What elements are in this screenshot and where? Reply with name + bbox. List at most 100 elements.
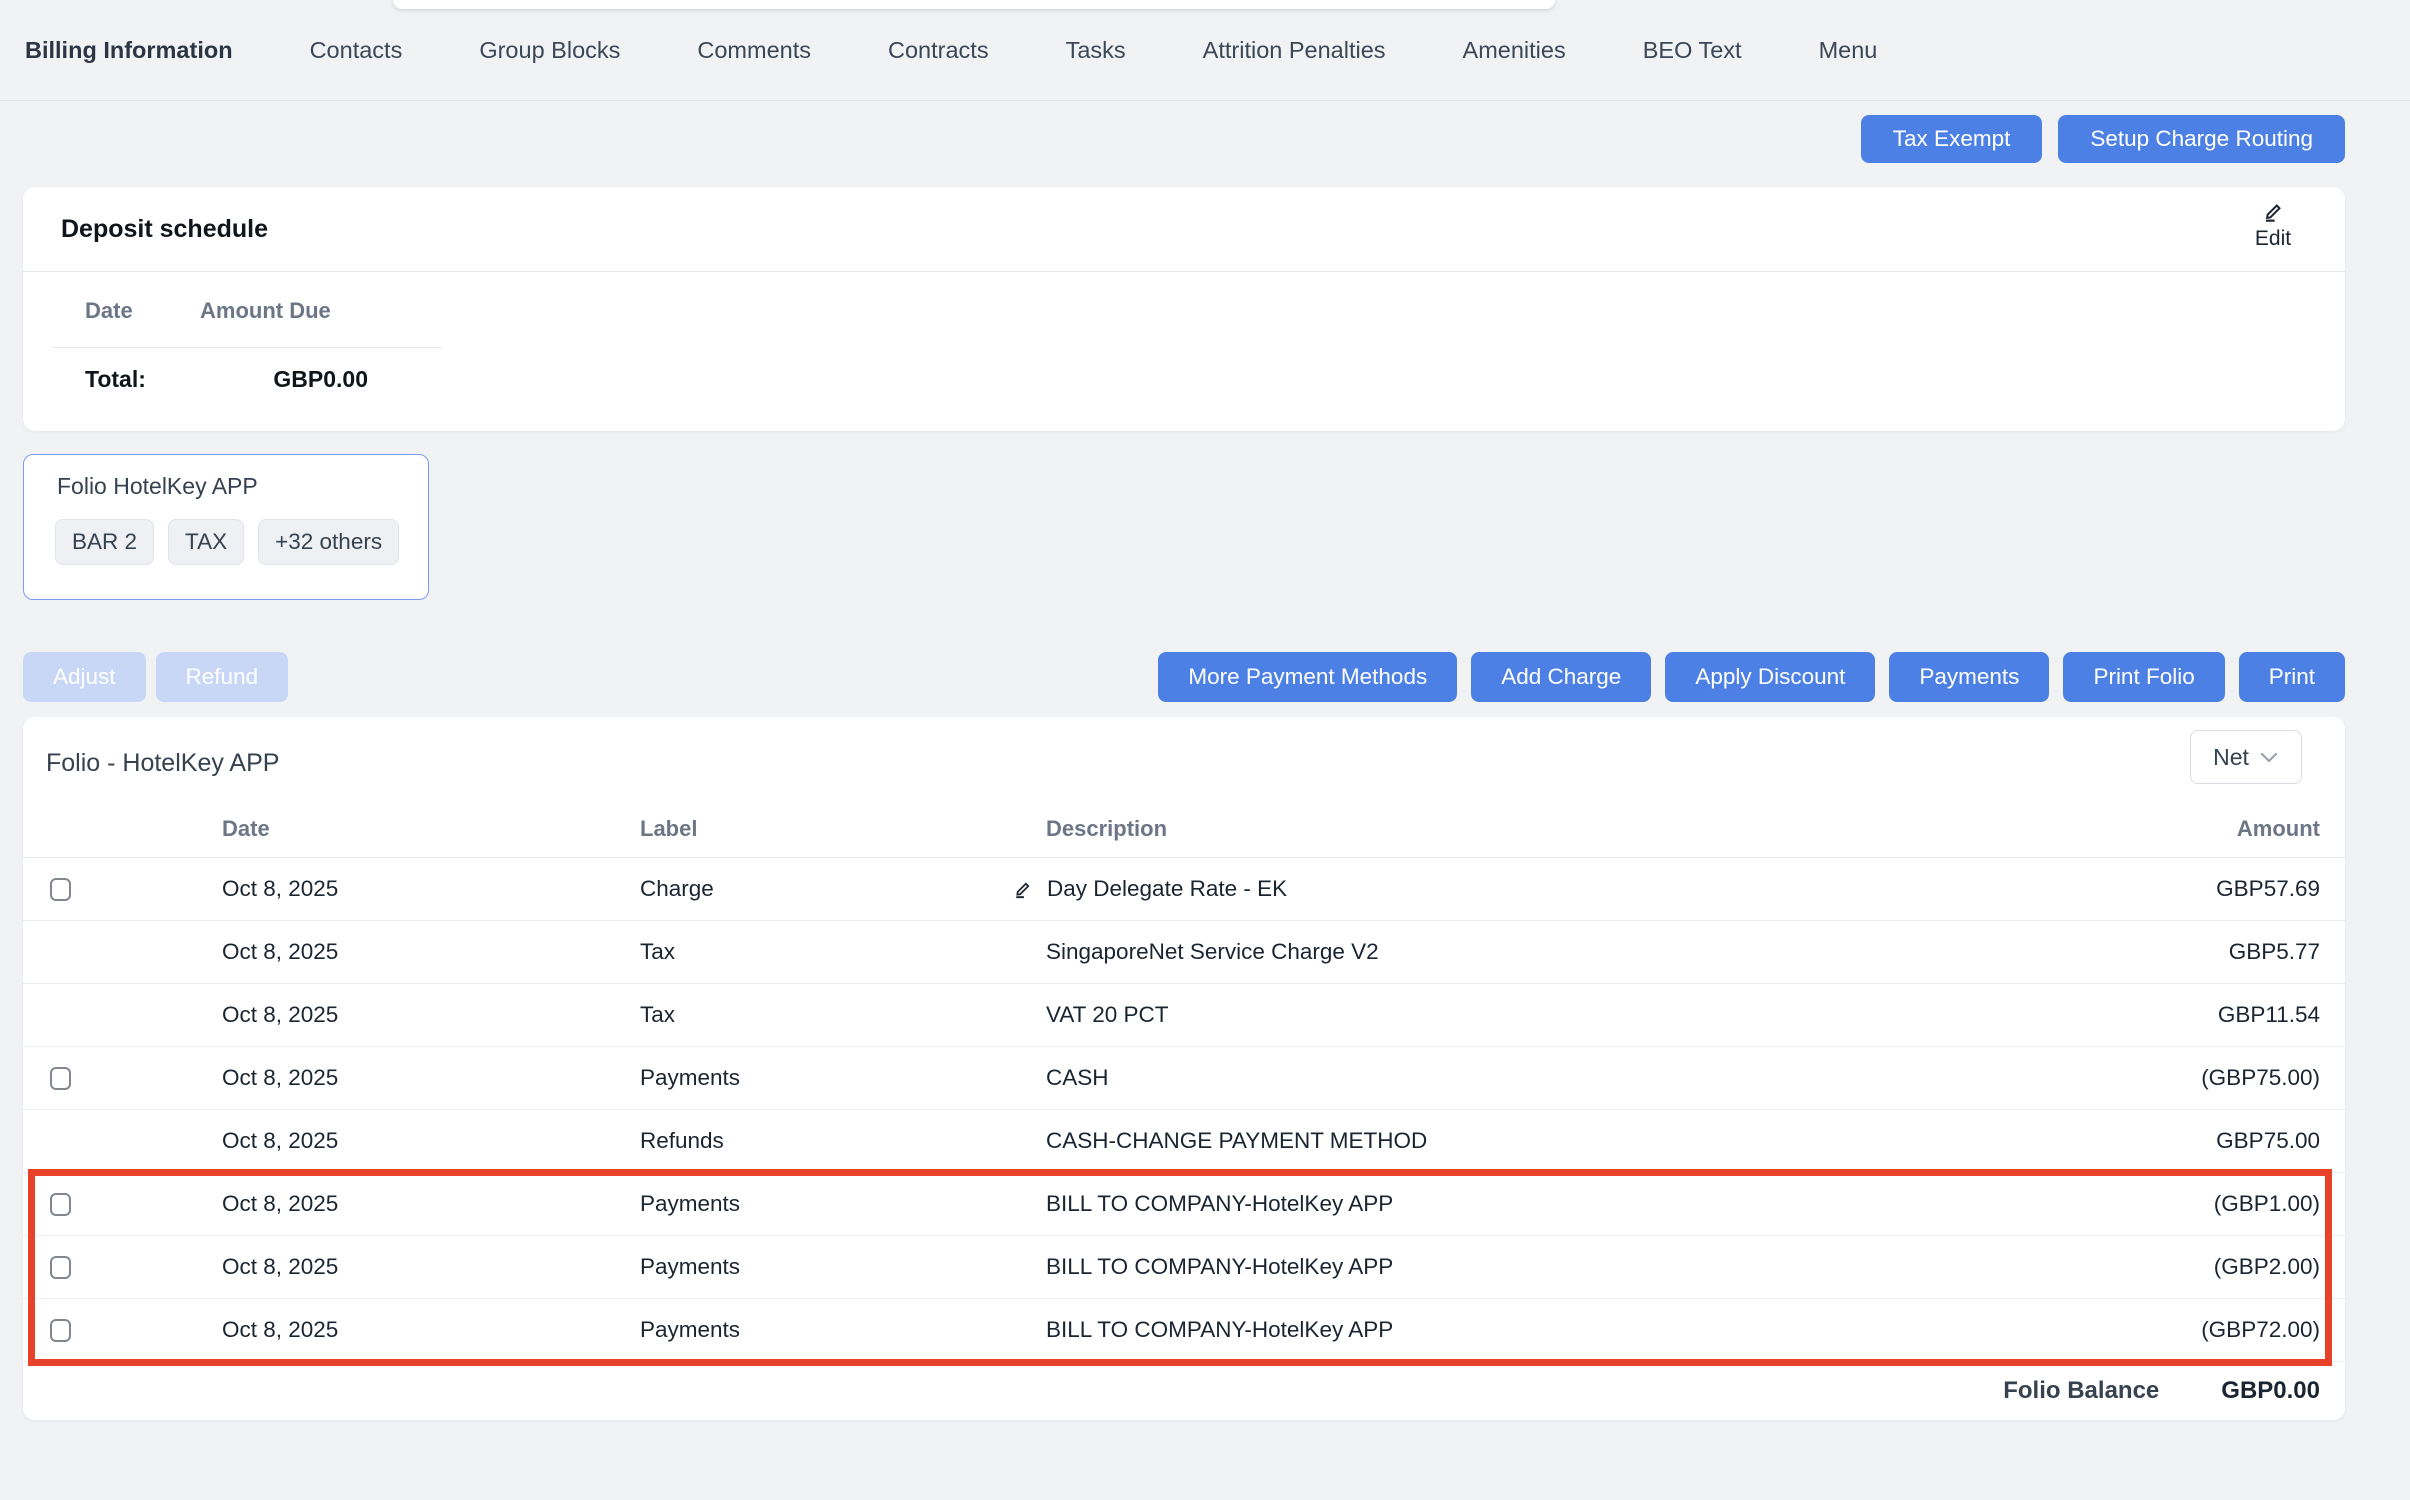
pencil-icon [2241, 199, 2305, 225]
row-label: Payments [640, 1317, 1046, 1343]
row-date: Oct 8, 2025 [222, 939, 640, 965]
table-row: Oct 8, 2025 Payments CASH (GBP75.00) [23, 1047, 2345, 1110]
row-description: CASH-CHANGE PAYMENT METHOD [1046, 1128, 1427, 1154]
print-button[interactable]: Print [2239, 652, 2345, 702]
edit-label: Edit [2241, 227, 2305, 251]
deposit-schedule-card: Deposit schedule Edit Date Amount Due To… [23, 187, 2345, 431]
row-description: BILL TO COMPANY-HotelKey APP [1046, 1254, 1393, 1280]
row-checkbox[interactable] [50, 1193, 71, 1216]
folio-table-body: Oct 8, 2025 Charge Day Delegate Rate - E… [23, 858, 2345, 1362]
column-header-date: Date [222, 816, 640, 842]
chip-tax[interactable]: TAX [168, 519, 244, 565]
folio-balance-row: Folio Balance GBP0.00 [23, 1362, 2345, 1420]
row-date: Oct 8, 2025 [222, 1254, 640, 1280]
row-description: BILL TO COMPANY-HotelKey APP [1046, 1191, 1393, 1217]
row-amount: (GBP2.00) [2045, 1254, 2345, 1280]
row-description: SingaporeNet Service Charge V2 [1046, 939, 1379, 965]
payments-button[interactable]: Payments [1889, 652, 2049, 702]
table-row: Oct 8, 2025 Charge Day Delegate Rate - E… [23, 858, 2345, 921]
folio-tag-card: Folio HotelKey APP BAR 2 TAX +32 others [23, 454, 429, 600]
chevron-down-icon [2259, 744, 2279, 771]
table-row: Oct 8, 2025 Tax VAT 20 PCT GBP11.54 [23, 984, 2345, 1047]
row-date: Oct 8, 2025 [222, 1065, 640, 1091]
row-description: VAT 20 PCT [1046, 1002, 1169, 1028]
row-date: Oct 8, 2025 [222, 1191, 640, 1217]
row-amount: (GBP75.00) [2045, 1065, 2345, 1091]
row-label: Tax [640, 1002, 1046, 1028]
row-checkbox[interactable] [50, 1256, 71, 1279]
deposit-schedule-table: Date Amount Due Total: GBP0.00 [85, 292, 465, 393]
add-charge-button[interactable]: Add Charge [1471, 652, 1651, 702]
table-row: Oct 8, 2025 Payments BILL TO COMPANY-Hot… [23, 1173, 2345, 1236]
row-label: Charge [640, 876, 1046, 902]
tab-tasks[interactable]: Tasks [1066, 37, 1126, 64]
row-amount: GBP57.69 [2045, 876, 2345, 902]
folio-tag-title: Folio HotelKey APP [57, 473, 258, 500]
deposit-divider [53, 347, 441, 348]
deposit-schedule-header: Deposit schedule Edit [23, 187, 2345, 272]
row-date: Oct 8, 2025 [222, 1128, 640, 1154]
edit-charge-pencil-icon[interactable] [1011, 878, 1034, 901]
row-checkbox[interactable] [50, 1067, 71, 1090]
tab-menu[interactable]: Menu [1819, 37, 1878, 64]
refund-button: Refund [156, 652, 289, 702]
folio-table-header: Date Label Description Amount [23, 800, 2345, 858]
apply-discount-button[interactable]: Apply Discount [1665, 652, 1875, 702]
setup-charge-routing-button[interactable]: Setup Charge Routing [2058, 115, 2345, 163]
tab-amenities[interactable]: Amenities [1463, 37, 1566, 64]
tab-attrition-penalties[interactable]: Attrition Penalties [1203, 37, 1386, 64]
tax-exempt-button[interactable]: Tax Exempt [1861, 115, 2043, 163]
folio-title: Folio - HotelKey APP [46, 749, 279, 778]
folio-tag-chips: BAR 2 TAX +32 others [55, 519, 399, 565]
chip-bar-2[interactable]: BAR 2 [55, 519, 154, 565]
row-amount: (GBP1.00) [2045, 1191, 2345, 1217]
column-header-description: Description [1046, 816, 2045, 842]
more-payment-methods-button[interactable]: More Payment Methods [1158, 652, 1457, 702]
folio-table: Date Label Description Amount Oct 8, 202… [23, 800, 2345, 1362]
row-date: Oct 8, 2025 [222, 1317, 640, 1343]
folio-card: Folio - HotelKey APP Net Date Label Desc… [23, 717, 2345, 1420]
print-folio-button[interactable]: Print Folio [2063, 652, 2224, 702]
tab-billing-information[interactable]: Billing Information [25, 37, 233, 64]
tab-contacts[interactable]: Contacts [310, 37, 403, 64]
net-select-value: Net [2213, 744, 2249, 771]
deposit-col-amount-due: Amount Due [200, 292, 368, 338]
folio-balance-label: Folio Balance [2003, 1377, 2159, 1405]
row-description: Day Delegate Rate - EK [1047, 876, 1287, 902]
row-amount: GBP11.54 [2045, 1002, 2345, 1028]
folio-balance-value: GBP0.00 [2221, 1377, 2320, 1405]
edit-deposit-button[interactable]: Edit [2241, 199, 2305, 251]
table-row: Oct 8, 2025 Payments BILL TO COMPANY-Hot… [23, 1299, 2345, 1362]
column-header-amount: Amount [2045, 816, 2345, 842]
table-row: Oct 8, 2025 Payments BILL TO COMPANY-Hot… [23, 1236, 2345, 1299]
row-amount: GBP75.00 [2045, 1128, 2345, 1154]
adjust-button: Adjust [23, 652, 146, 702]
row-label: Payments [640, 1191, 1046, 1217]
tab-beo-text[interactable]: BEO Text [1643, 37, 1742, 64]
tab-comments[interactable]: Comments [697, 37, 811, 64]
row-description: BILL TO COMPANY-HotelKey APP [1046, 1317, 1393, 1343]
deposit-col-date: Date [85, 292, 200, 338]
column-header-label: Label [640, 816, 1046, 842]
net-view-select[interactable]: Net [2190, 730, 2302, 784]
deposit-schedule-title: Deposit schedule [61, 215, 268, 244]
row-amount: GBP5.77 [2045, 939, 2345, 965]
folio-actions-primary: More Payment Methods Add Charge Apply Disc… [1158, 652, 2345, 702]
row-checkbox[interactable] [50, 878, 71, 901]
nav-tabs: Billing Information Contacts Group Blocks C… [0, 0, 2410, 101]
row-label: Tax [640, 939, 1046, 965]
row-label: Payments [640, 1065, 1046, 1091]
row-description: CASH [1046, 1065, 1109, 1091]
tab-group-blocks[interactable]: Group Blocks [479, 37, 620, 64]
table-row: Oct 8, 2025 Refunds CASH-CHANGE PAYMENT … [23, 1110, 2345, 1173]
chip-32-others[interactable]: +32 others [258, 519, 399, 565]
row-date: Oct 8, 2025 [222, 1002, 640, 1028]
row-label: Payments [640, 1254, 1046, 1280]
row-label: Refunds [640, 1128, 1046, 1154]
row-checkbox[interactable] [50, 1319, 71, 1342]
tab-contracts[interactable]: Contracts [888, 37, 989, 64]
folio-actions-disabled: AdjustRefund [23, 652, 288, 702]
table-row: Oct 8, 2025 Tax SingaporeNet Service Cha… [23, 921, 2345, 984]
top-actions: Tax Exempt Setup Charge Routing [1861, 115, 2345, 163]
row-amount: (GBP72.00) [2045, 1317, 2345, 1343]
